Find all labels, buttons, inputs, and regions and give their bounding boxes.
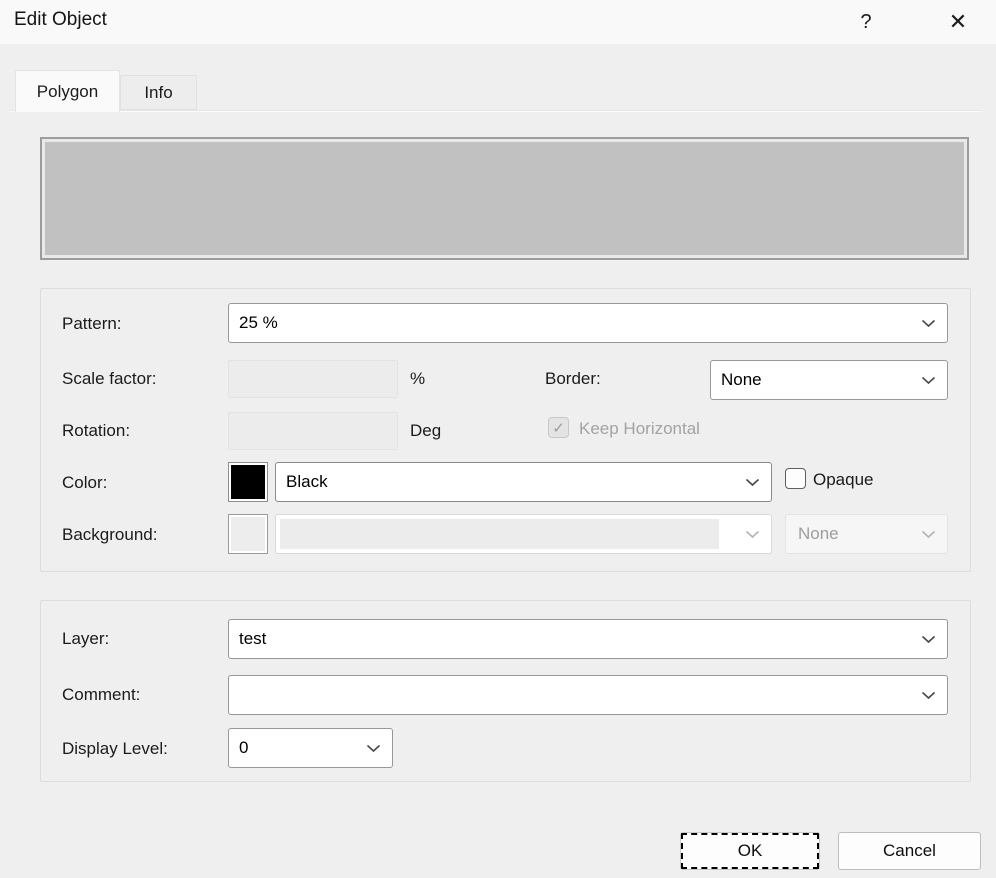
keep-horizontal-checkbox: ✓: [548, 417, 569, 438]
comment-label: Comment:: [62, 685, 141, 704]
chevron-down-icon: [921, 319, 936, 328]
border-value: None: [721, 370, 762, 389]
chevron-down-icon: [921, 691, 936, 700]
checkmark-icon: ✓: [552, 419, 565, 437]
border-dropdown[interactable]: None: [710, 360, 948, 400]
background-swatch-fill: [231, 517, 265, 551]
tab-info-label: Info: [144, 82, 173, 102]
opaque-label: Opaque: [813, 470, 874, 489]
rotation-input: [228, 412, 398, 450]
color-swatch[interactable]: [228, 462, 268, 502]
color-value: Black: [286, 472, 328, 491]
border-label: Border:: [545, 369, 601, 388]
opaque-checkbox[interactable]: [785, 468, 806, 489]
color-dropdown[interactable]: Black: [275, 462, 772, 502]
display-level-value: 0: [239, 738, 249, 757]
chevron-down-icon: [921, 376, 936, 385]
rotation-unit: Deg: [410, 421, 442, 440]
help-icon[interactable]: ?: [840, 0, 892, 44]
ok-button[interactable]: OK: [680, 832, 820, 870]
tab-polygon-label: Polygon: [36, 81, 99, 101]
chevron-down-icon: [745, 478, 760, 487]
chevron-down-icon: [745, 530, 760, 539]
color-swatch-fill: [231, 465, 265, 499]
pattern-preview: [40, 137, 969, 260]
background-swatch: [228, 514, 268, 554]
layer-label: Layer:: [62, 629, 110, 648]
background-label: Background:: [62, 525, 158, 544]
chevron-down-icon: [921, 635, 936, 644]
keep-horizontal-label: Keep Horizontal: [579, 419, 700, 438]
tab-info[interactable]: Info: [120, 75, 197, 110]
pattern-dropdown[interactable]: 25 %: [228, 303, 948, 343]
tab-strip-divider: [10, 110, 982, 112]
tab-polygon[interactable]: Polygon: [15, 70, 120, 112]
comment-dropdown[interactable]: [228, 675, 948, 715]
layer-dropdown[interactable]: test: [228, 619, 948, 659]
color-label: Color:: [62, 473, 108, 492]
chevron-down-icon: [366, 744, 381, 753]
background-value: [280, 519, 719, 549]
pattern-value: 25 %: [239, 313, 278, 332]
titlebar: Edit Object ? ✕: [0, 0, 996, 44]
scale-factor-input: [228, 360, 398, 398]
scale-factor-label: Scale factor:: [62, 369, 157, 388]
rotation-label: Rotation:: [62, 421, 131, 440]
pattern-preview-fill: [45, 142, 964, 255]
display-level-label: Display Level:: [62, 739, 168, 758]
background-mode-value: None: [798, 524, 839, 543]
pattern-label: Pattern:: [62, 314, 122, 333]
close-icon[interactable]: ✕: [930, 0, 986, 44]
ok-button-label: OK: [737, 841, 763, 860]
edit-object-dialog: Edit Object ? ✕ Polygon Info Pattern: 25…: [0, 0, 996, 878]
display-level-dropdown[interactable]: 0: [228, 728, 393, 768]
background-mode-dropdown: None: [785, 514, 948, 554]
background-dropdown: [275, 514, 772, 554]
scale-factor-unit: %: [410, 369, 426, 388]
cancel-button-label: Cancel: [883, 841, 936, 860]
window-title: Edit Object: [14, 9, 107, 30]
layer-value: test: [239, 629, 267, 648]
chevron-down-icon: [921, 530, 936, 539]
cancel-button[interactable]: Cancel: [838, 832, 981, 870]
